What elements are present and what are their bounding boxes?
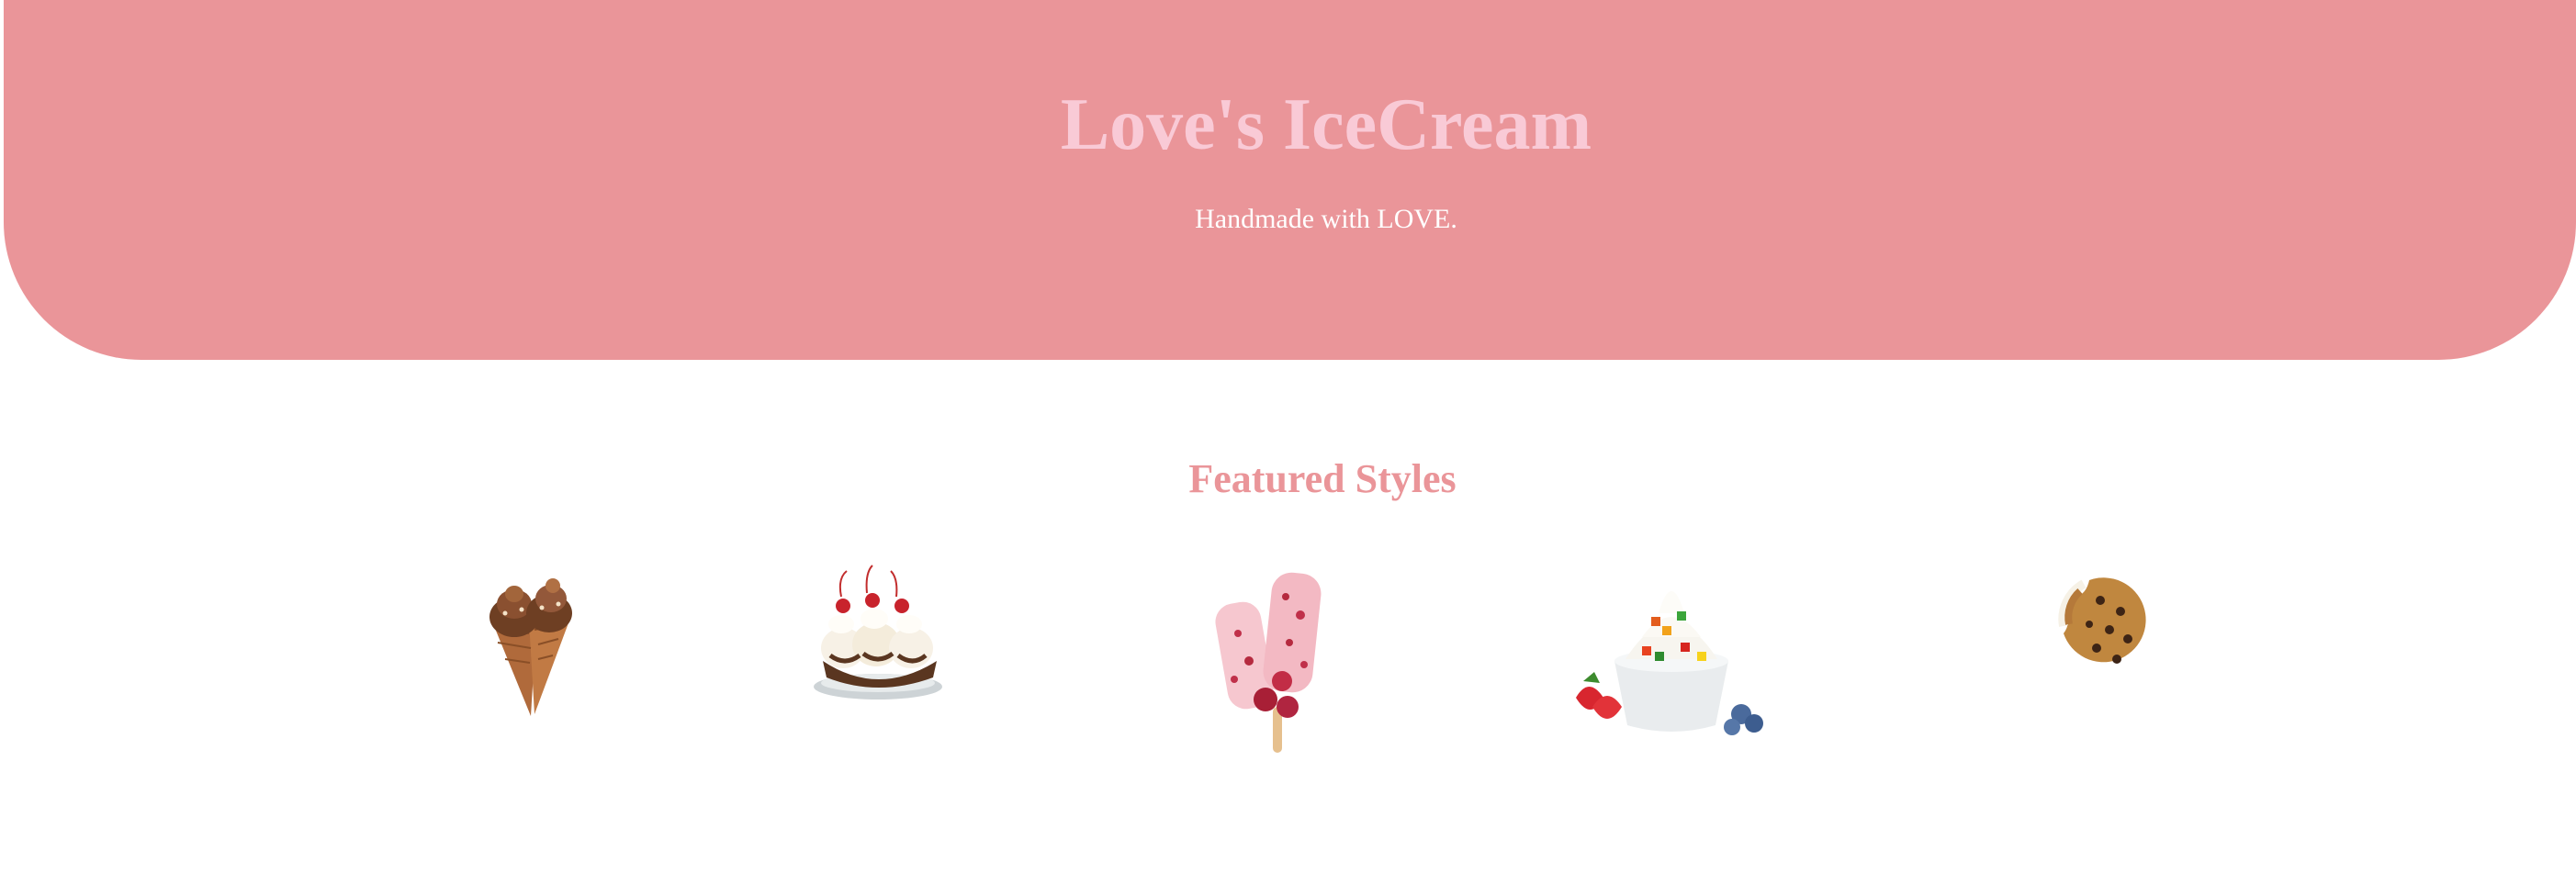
- cookie-sandwich-image: [2058, 577, 2146, 664]
- ice-cream-cones-image: [489, 578, 572, 716]
- cookie-sandwich-icon[interactable]: [2043, 560, 2154, 771]
- featured-styles-gallery: [0, 560, 2576, 771]
- frozen-yogurt-image: [1576, 591, 1763, 735]
- featured-styles-heading: Featured Styles: [1188, 456, 1457, 501]
- ice-cream-cones-icon[interactable]: [478, 560, 597, 771]
- hero-banner: Love's IceCream Handmade with LOVE.: [4, 0, 2576, 360]
- site-tagline: Handmade with LOVE.: [1195, 204, 1457, 234]
- popsicle-icon[interactable]: [1212, 560, 1341, 771]
- frozen-yogurt-icon[interactable]: [1570, 560, 1772, 771]
- site-title: Love's IceCream: [1060, 84, 1592, 165]
- sundae-icon[interactable]: [808, 560, 946, 771]
- sundae-image: [814, 565, 942, 700]
- popsicle-image: [1215, 572, 1322, 753]
